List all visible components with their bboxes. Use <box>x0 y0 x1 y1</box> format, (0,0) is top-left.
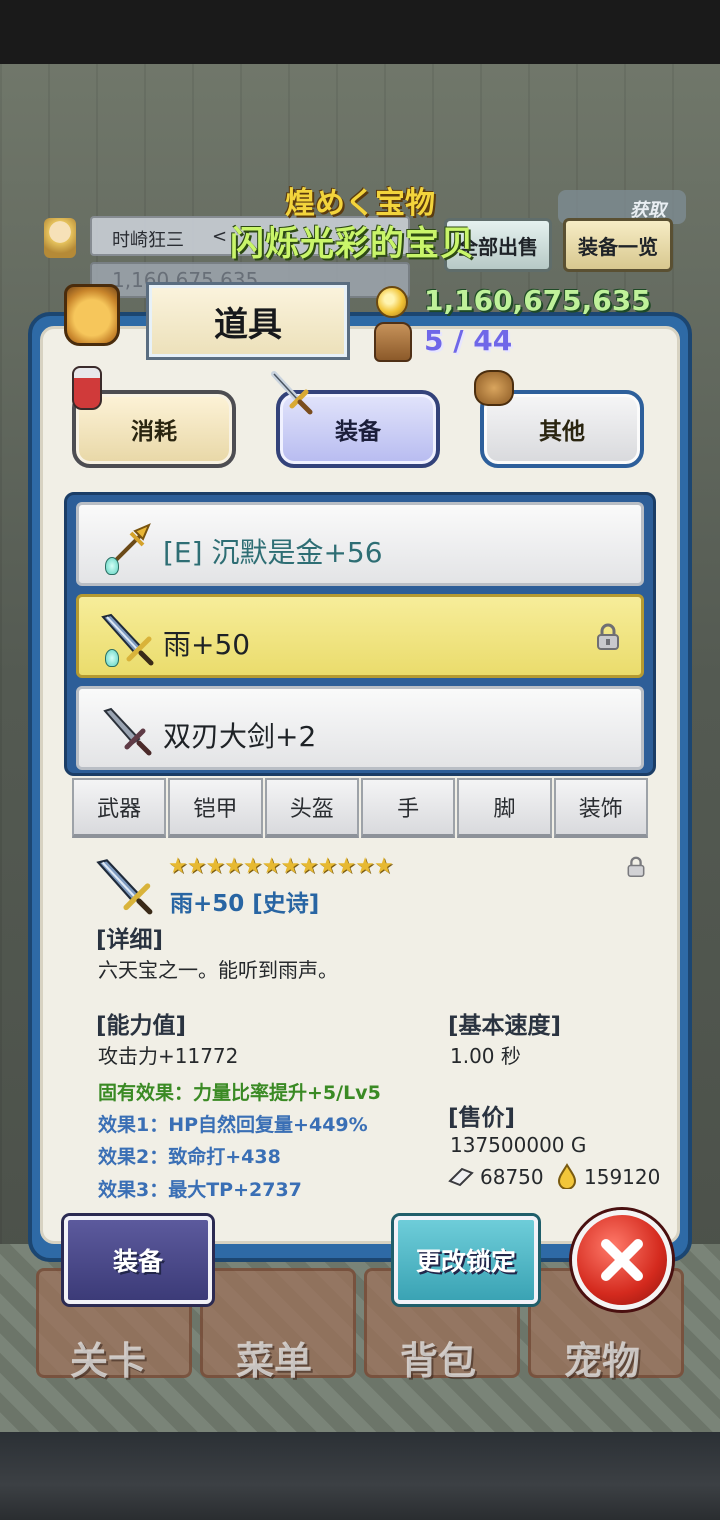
tab-accessory[interactable]: 装饰 <box>553 778 648 838</box>
popup-title: 道具 <box>146 282 350 360</box>
change-lock-button[interactable]: 更改锁定 <box>394 1216 538 1304</box>
player-avatar <box>44 218 76 258</box>
inherent-effect: 固有效果：力量比率提升+5/Lv5 <box>98 1082 381 1104</box>
close-icon <box>601 1239 643 1281</box>
effect-2: 效果2：致命打+438 <box>98 1146 281 1168</box>
equipment-list-button[interactable]: 装备一览 <box>563 218 673 272</box>
tab-weapon[interactable]: 武器 <box>72 778 167 838</box>
close-button[interactable] <box>572 1210 672 1310</box>
equipment-type-tabs: 武器 铠甲 头盔 手 脚 装饰 <box>72 778 648 838</box>
item-name: 双刃大剑+2 <box>163 720 317 753</box>
gem-icon <box>105 649 119 667</box>
sword-icon <box>271 371 313 415</box>
nav-menu-label: 菜单 <box>236 1339 313 1383</box>
drop-icon <box>557 1163 577 1189</box>
gold-amount: 1,160,675,635 <box>424 284 651 317</box>
item-bag-icon <box>64 284 120 346</box>
item-description: 六天宝之一。能听到雨声。 <box>98 958 338 982</box>
lock-icon <box>627 856 645 878</box>
base-speed: 1.00 秒 <box>450 1044 521 1068</box>
category-label: 装备 <box>335 419 381 445</box>
nav-pet-label: 宠物 <box>564 1339 641 1383</box>
equip-button[interactable]: 装备 <box>64 1216 212 1304</box>
effect-3: 效果3：最大TP+2737 <box>98 1179 302 1201</box>
material-icon <box>448 1167 474 1187</box>
tab-hand[interactable]: 手 <box>360 778 456 838</box>
effect-1: 效果1：HP自然回复量+449% <box>98 1114 368 1136</box>
detail-header: [详细] <box>96 927 164 953</box>
stats-header: [能力值] <box>96 1013 187 1039</box>
category-label: 消耗 <box>131 419 177 445</box>
list-item-selected[interactable]: 雨+50 <box>76 594 644 678</box>
tab-armor[interactable]: 铠甲 <box>168 778 263 838</box>
greatsword-icon <box>103 707 152 756</box>
tab-foot[interactable]: 脚 <box>457 778 552 838</box>
list-item[interactable]: 双刃大剑+2 <box>76 686 644 770</box>
item-name: [E] 沉默是金+56 <box>163 536 383 569</box>
tab-helmet[interactable]: 头盔 <box>264 778 359 838</box>
bottom-system-bar <box>0 1432 720 1520</box>
list-item[interactable]: [E] 沉默是金+56 <box>76 502 644 586</box>
gem-icon <box>105 557 119 575</box>
backpack-icon <box>374 322 412 362</box>
gold-coin-icon <box>376 286 408 318</box>
blue-sword-icon <box>96 859 153 915</box>
potion-icon <box>72 366 102 410</box>
item-name: 雨+50 <box>163 628 251 661</box>
lock-icon <box>597 623 619 650</box>
rarity-stars: ★★★★★★★★★★★★ <box>168 854 394 879</box>
sell-price: 137500000 G <box>450 1133 587 1157</box>
attack-stat: 攻击力+11772 <box>98 1044 239 1068</box>
sack-icon <box>474 370 514 406</box>
player-name: 时崎狂三 <box>112 230 184 251</box>
banner-title-cn: 闪烁光彩的宝贝 <box>230 224 475 264</box>
item-detail-title: 雨+50 [史诗] <box>170 891 320 917</box>
speed-header: [基本速度] <box>448 1013 562 1039</box>
chevron-left-icon: < <box>212 226 228 247</box>
price-header: [售价] <box>448 1105 516 1131</box>
category-label: 其他 <box>539 419 585 445</box>
material-count: 68750 <box>480 1165 544 1189</box>
drop-count: 159120 <box>584 1165 661 1189</box>
inventory-capacity: 5 / 44 <box>424 324 513 357</box>
nav-bag-label: 背包 <box>400 1339 477 1383</box>
system-status-bar <box>0 0 720 64</box>
nav-stage-label: 关卡 <box>70 1339 147 1383</box>
